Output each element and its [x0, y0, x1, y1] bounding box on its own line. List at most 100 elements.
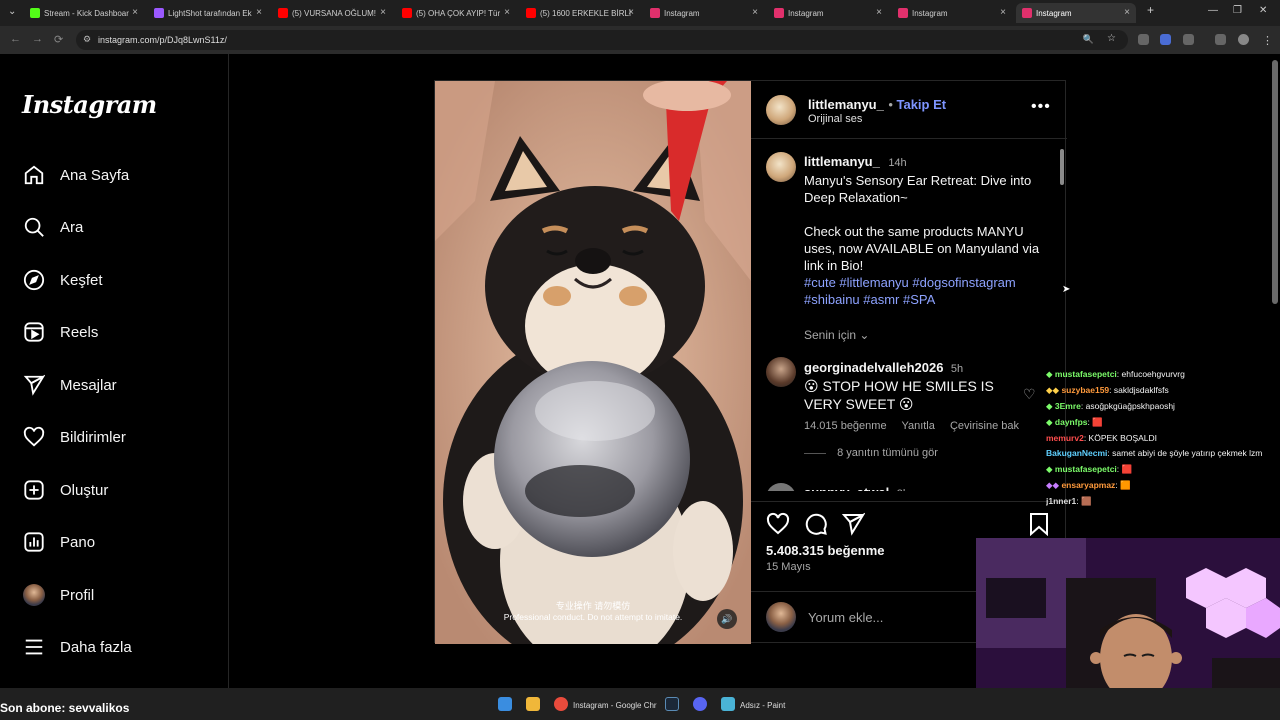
tab-close-icon[interactable]: ×	[752, 7, 758, 18]
page-scrollbar[interactable]	[1272, 60, 1278, 304]
view-replies-button[interactable]: 8 yanıtın tümünü gör	[804, 447, 1034, 459]
tab-close-icon[interactable]: ×	[876, 7, 882, 18]
sidebar-item-dashboard[interactable]: Pano	[22, 527, 95, 557]
sidebar-item-create[interactable]: Oluştur	[22, 475, 108, 505]
tab-close-icon[interactable]: ×	[132, 7, 138, 18]
more-options-icon[interactable]: •••	[1031, 98, 1051, 116]
browser-tab[interactable]: Instagram ×	[892, 3, 1012, 23]
paint-icon[interactable]	[721, 697, 735, 711]
sidebar-item-label: Reels	[60, 323, 99, 341]
caption-time[interactable]: 14h	[888, 157, 906, 169]
sidebar-item-more[interactable]: Daha fazla	[22, 632, 132, 662]
file-explorer-icon[interactable]	[526, 697, 540, 711]
browser-menu-icon[interactable]: ⋮	[1262, 34, 1273, 47]
sidebar-item-notifications[interactable]: Bildirimler	[22, 422, 126, 452]
comment-icon[interactable]	[804, 512, 828, 541]
minimize-button[interactable]: —	[1208, 5, 1218, 16]
steam-icon[interactable]	[665, 697, 679, 711]
comment-like-heart-icon[interactable]: ♡	[1023, 386, 1036, 403]
downloads-icon[interactable]	[1215, 34, 1226, 45]
avatar[interactable]	[766, 95, 796, 125]
extension-icon[interactable]	[1138, 34, 1149, 45]
translate-button[interactable]: Çevirisine bak	[950, 420, 1019, 432]
browser-tab[interactable]: Stream - Kick Dashboar ×	[24, 3, 144, 23]
chrome-taskbar-label[interactable]: Instagram - Google Chr	[573, 701, 657, 710]
chat-message: ◆ daynfps: 🟥	[1046, 417, 1103, 427]
tab-favicon-icon	[898, 8, 908, 18]
avatar[interactable]	[766, 357, 796, 387]
instagram-logo[interactable]: Instagram	[22, 90, 157, 119]
chat-message: ◆ 3Emre: asoğpkgüağpskhpaoshj	[1046, 401, 1175, 411]
paint-taskbar-label[interactable]: Adsız - Paint	[740, 701, 785, 710]
save-bookmark-icon[interactable]	[1028, 512, 1050, 541]
browser-tab[interactable]: Instagram ×	[644, 3, 764, 23]
reload-icon[interactable]: ⟳	[54, 33, 63, 46]
address-bar[interactable]: ⚙ instagram.com/p/DJq8LwnS11z/ 🔍 ☆	[76, 30, 1128, 50]
start-windows-icon[interactable]	[498, 697, 512, 711]
like-heart-icon[interactable]	[766, 512, 790, 541]
maximize-button[interactable]: ❐	[1233, 5, 1242, 16]
browser-tab[interactable]: Instagram ×	[1016, 3, 1136, 23]
forward-icon[interactable]: →	[32, 33, 43, 45]
tab-close-icon[interactable]: ×	[504, 7, 510, 18]
chat-message: ◆ mustafasepetci: ehfucoehgvurvrg	[1046, 369, 1185, 379]
sidebar-item-explore[interactable]: Keşfet	[22, 265, 103, 295]
sidebar-item-reels[interactable]: Reels	[22, 317, 98, 347]
chrome-icon[interactable]	[554, 697, 568, 711]
reply-button[interactable]: Yanıtla	[901, 420, 934, 432]
chat-badge-icon: ◆	[1046, 464, 1055, 474]
extension-icon[interactable]	[1160, 34, 1171, 45]
profile-icon[interactable]	[1238, 34, 1249, 45]
comment-likes[interactable]: 14.015 beğenme	[804, 420, 887, 432]
tab-close-icon[interactable]: ×	[628, 7, 634, 18]
menu-icon	[22, 635, 46, 659]
browser-tab[interactable]: (5) OHA ÇOK AYIP! Tür ×	[396, 3, 516, 23]
browser-tab[interactable]: LightShot tarafından Ek ×	[148, 3, 268, 23]
back-icon[interactable]: ←	[10, 33, 21, 45]
caption-hashtags-2[interactable]: #shibainu #asmr #SPA	[804, 291, 1044, 308]
comment-time[interactable]: 5h	[951, 363, 963, 375]
audio-label[interactable]: Orijinal ses	[808, 113, 862, 125]
post-video[interactable]: 专业操作 请勿模仿 Professional conduct. Do not a…	[435, 81, 751, 644]
sidebar-item-label: Mesajlar	[60, 376, 117, 394]
new-tab-button[interactable]: +	[1147, 3, 1154, 17]
volume-icon[interactable]: 🔊	[717, 609, 737, 629]
extensions-puzzle-icon[interactable]	[1183, 34, 1194, 45]
discord-icon[interactable]	[693, 697, 707, 711]
likes-count[interactable]: 5.408.315 beğenme	[766, 543, 885, 558]
site-info-icon[interactable]: ⚙	[83, 34, 91, 45]
caption-username[interactable]: littlemanyu_	[804, 154, 880, 169]
tab-favicon-icon	[154, 8, 164, 18]
chat-badge-icon: ◆◆	[1046, 385, 1062, 395]
tab-close-icon[interactable]: ×	[380, 7, 386, 18]
add-comment-input[interactable]: Yorum ekle...	[808, 610, 883, 625]
sidebar-item-search[interactable]: Ara	[22, 212, 83, 242]
for-you-dropdown[interactable]: Senin için ⌄	[804, 328, 1044, 342]
bookmark-star-icon[interactable]: ☆	[1107, 33, 1116, 44]
comment-username[interactable]: sunnyy_atwal	[804, 485, 889, 491]
comment-time[interactable]: 3h	[897, 488, 909, 491]
avatar[interactable]	[766, 483, 796, 491]
browser-tab[interactable]: (5) VURSANA OĞLUM! ×	[272, 3, 392, 23]
caption-hashtags-1[interactable]: #cute #littlemanyu #dogsofinstagram	[804, 274, 1044, 291]
browser-tab[interactable]: Instagram ×	[768, 3, 888, 23]
tab-search-icon[interactable]: ⌄	[8, 6, 16, 17]
post-date[interactable]: 15 Mayıs	[766, 561, 811, 573]
close-window-button[interactable]: ✕	[1259, 5, 1267, 16]
avatar[interactable]	[766, 152, 796, 182]
share-icon[interactable]	[841, 512, 866, 541]
tab-close-icon[interactable]: ×	[1000, 7, 1006, 18]
sidebar-item-profile[interactable]: Profil	[22, 580, 94, 610]
follow-button[interactable]: Takip Et	[896, 97, 946, 112]
tab-label: Instagram	[788, 8, 824, 18]
sidebar-item-home[interactable]: Ana Sayfa	[22, 160, 129, 190]
plus-square-icon	[22, 478, 46, 502]
browser-tab[interactable]: (5) 1600 ERKEKLE BİRLİ ×	[520, 3, 640, 23]
sidebar-item-messages[interactable]: Mesajlar	[22, 370, 117, 400]
tab-close-icon[interactable]: ×	[256, 7, 262, 18]
comment-username[interactable]: georginadelvalleh2026	[804, 360, 943, 375]
comments-scrollbar[interactable]	[1060, 149, 1064, 185]
zoom-icon[interactable]: 🔍	[1083, 34, 1094, 45]
post-username[interactable]: littlemanyu_	[808, 97, 884, 112]
tab-close-icon[interactable]: ×	[1124, 7, 1130, 18]
